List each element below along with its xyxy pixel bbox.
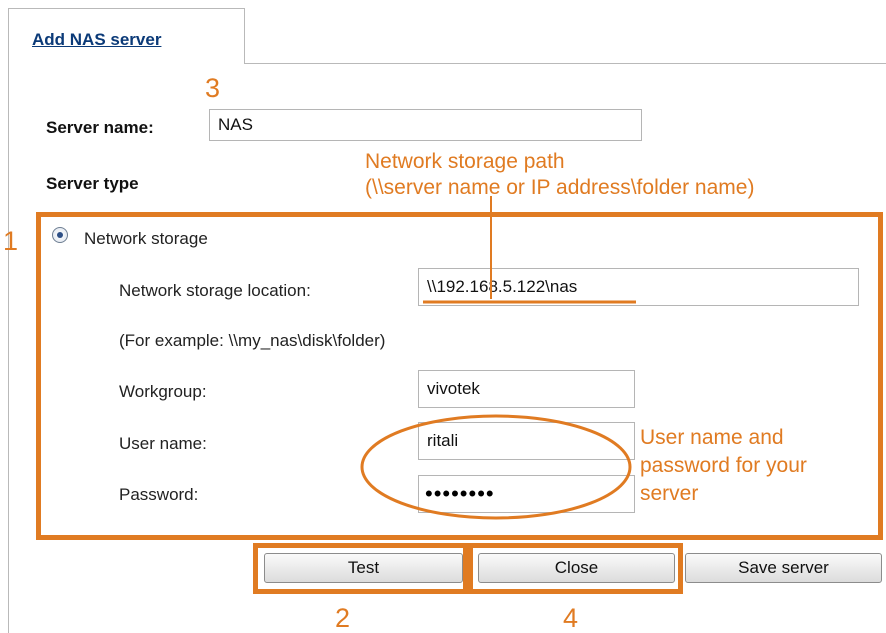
annotation-number-4: 4	[563, 603, 579, 633]
credentials-annotation-line2: password for your	[640, 454, 807, 477]
credentials-annotation-line1: User name and	[640, 426, 784, 449]
annotation-overlay	[360, 196, 636, 520]
credentials-ellipse	[360, 414, 632, 520]
credentials-annotation-line3: server	[640, 482, 699, 505]
annotation-number-1: 1	[3, 226, 19, 256]
path-annotation-line2: (\\server name or IP address\folder name…	[365, 176, 755, 199]
annotation-number-3: 3	[205, 73, 221, 103]
path-annotation-line1: Network storage path	[365, 150, 565, 173]
annotation-number-2: 2	[335, 603, 351, 633]
